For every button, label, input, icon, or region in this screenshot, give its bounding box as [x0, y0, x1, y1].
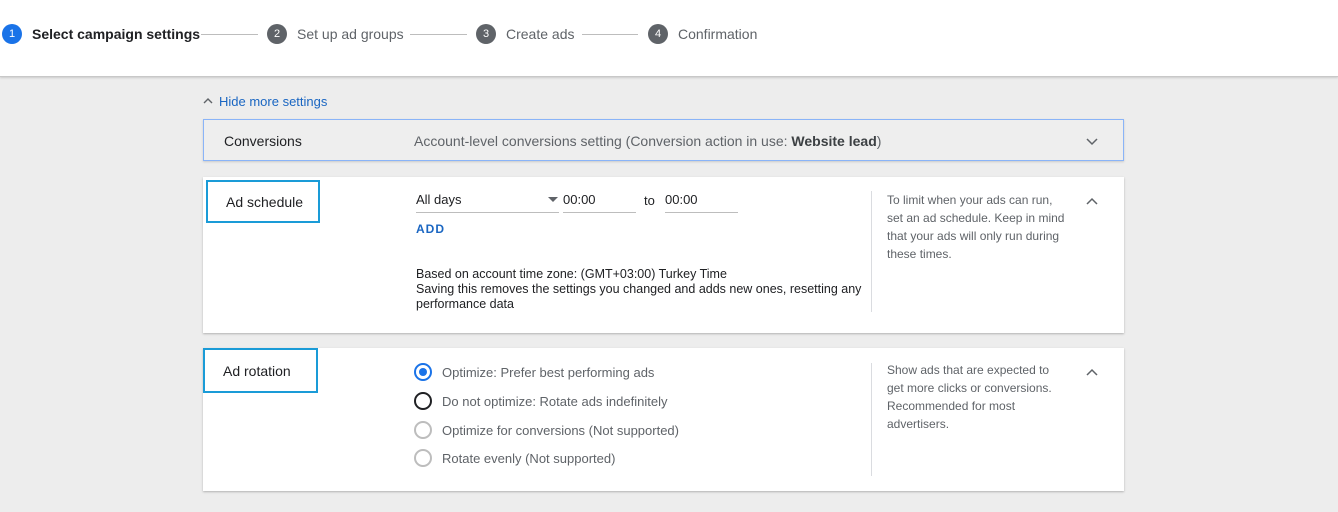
step-label: Confirmation — [678, 26, 758, 42]
radio-button-disabled — [414, 449, 432, 467]
step-label: Select campaign settings — [32, 26, 201, 42]
conversions-summary-prefix: Account-level conversions setting (Conve… — [414, 133, 792, 149]
radio-button-disabled — [414, 421, 432, 439]
rotation-option-label: Rotate evenly (Not supported) — [442, 450, 616, 466]
end-time-input[interactable]: 00:00 — [665, 190, 738, 213]
step-connector — [410, 34, 467, 35]
rotation-option-label: Optimize: Prefer best performing ads — [442, 364, 655, 380]
conversions-title: Conversions — [224, 133, 302, 149]
conversions-summary-suffix: ) — [876, 133, 882, 149]
step-label: Create ads — [506, 26, 575, 42]
step-connector — [201, 34, 258, 35]
schedule-warning-line-2: performance data — [416, 297, 514, 311]
step-set-up-ad-groups[interactable]: 2 Set up ad groups — [267, 24, 404, 44]
ad-schedule-section: Ad schedule All days 00:00 to 00:00 ADD … — [203, 177, 1124, 333]
timezone-note: Based on account time zone: (GMT+03:00) … — [416, 267, 727, 281]
rotation-option-optimize[interactable]: Optimize: Prefer best performing ads — [414, 363, 654, 381]
chevron-down-icon[interactable] — [1084, 133, 1100, 149]
section-divider — [871, 363, 872, 476]
step-number: 1 — [2, 24, 22, 44]
step-select-campaign-settings[interactable]: 1 Select campaign settings — [2, 24, 200, 44]
conversions-summary: Account-level conversions setting (Conve… — [414, 133, 881, 149]
conversion-action-name: Website lead — [791, 133, 877, 149]
step-connector — [582, 34, 638, 35]
step-number: 3 — [476, 24, 496, 44]
section-divider — [871, 191, 872, 312]
ad-schedule-title: Ad schedule — [206, 180, 320, 223]
dropdown-arrow-icon — [548, 197, 558, 202]
ad-schedule-help-text: To limit when your ads can run, set an a… — [887, 193, 1065, 261]
ad-rotation-title: Ad rotation — [203, 348, 318, 393]
schedule-warning-line-1: Saving this removes the settings you cha… — [416, 282, 862, 296]
step-number: 4 — [648, 24, 668, 44]
step-label: Set up ad groups — [297, 26, 404, 42]
add-schedule-button[interactable]: ADD — [416, 222, 445, 236]
radio-button-selected[interactable] — [414, 363, 432, 381]
hide-more-settings-label: Hide more settings — [219, 93, 328, 109]
ad-rotation-help-text: Show ads that are expected to get more c… — [887, 363, 1052, 431]
days-select[interactable]: All days — [416, 190, 559, 213]
conversions-section[interactable]: Conversions Account-level conversions se… — [203, 119, 1124, 161]
hide-more-settings-link[interactable]: Hide more settings — [202, 93, 327, 109]
campaign-stepper: 1 Select campaign settings 2 Set up ad g… — [0, 0, 1338, 77]
rotation-option-do-not-optimize[interactable]: Do not optimize: Rotate ads indefinitely — [414, 392, 667, 410]
step-confirmation[interactable]: 4 Confirmation — [648, 24, 757, 44]
rotation-option-label: Optimize for conversions (Not supported) — [442, 422, 679, 438]
start-time-input[interactable]: 00:00 — [563, 190, 636, 213]
rotation-option-rotate-evenly: Rotate evenly (Not supported) — [414, 449, 615, 467]
days-select-value: All days — [416, 192, 462, 207]
rotation-option-optimize-conversions: Optimize for conversions (Not supported) — [414, 421, 679, 439]
chevron-up-icon[interactable] — [1084, 193, 1100, 209]
step-number: 2 — [267, 24, 287, 44]
chevron-up-icon[interactable] — [1084, 364, 1100, 380]
radio-button[interactable] — [414, 392, 432, 410]
chevron-up-icon — [203, 98, 213, 104]
to-label: to — [644, 193, 655, 208]
ad-rotation-section: Ad rotation Optimize: Prefer best perfor… — [203, 348, 1124, 491]
rotation-option-label: Do not optimize: Rotate ads indefinitely — [442, 393, 668, 409]
step-create-ads[interactable]: 3 Create ads — [476, 24, 574, 44]
